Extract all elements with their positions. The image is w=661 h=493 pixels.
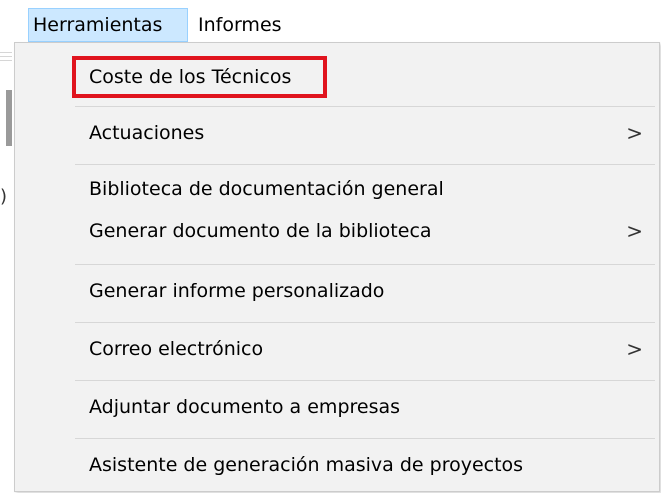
menu-item-generar-informe-personalizado[interactable]: Generar informe personalizado <box>85 273 659 309</box>
menu-item-label: Biblioteca de documentación general <box>89 178 444 200</box>
menu-separator <box>75 380 655 381</box>
background-scrollbar-fragment <box>6 90 12 146</box>
menu-separator <box>75 164 655 165</box>
menu-item-adjuntar-documento[interactable]: Adjuntar documento a empresas <box>85 389 659 425</box>
menu-item-coste-tecnicos[interactable]: Coste de los Técnicos <box>85 59 659 95</box>
menu-item-biblioteca-documentacion[interactable]: Biblioteca de documentación general <box>85 171 659 207</box>
background-line <box>0 56 12 57</box>
menu-item-asistente-generacion-masiva[interactable]: Asistente de generación masiva de proyec… <box>85 447 659 483</box>
menu-separator <box>75 322 655 323</box>
menu-item-label: Generar documento de la biblioteca <box>89 220 432 242</box>
background-text-fragment: ) <box>0 186 8 207</box>
menu-separator <box>75 264 655 265</box>
menu-item-label: Asistente de generación masiva de proyec… <box>89 454 524 476</box>
background-line <box>0 60 12 61</box>
menu-herramientas[interactable]: Herramientas <box>28 8 188 42</box>
chevron-right-icon: > <box>626 337 643 361</box>
menu-separator <box>75 438 655 439</box>
menu-item-correo-electronico[interactable]: Correo electrónico > <box>85 331 659 367</box>
menu-informes[interactable]: Informes <box>194 8 304 42</box>
menu-item-label: Actuaciones <box>89 122 205 144</box>
menu-bar: Herramientas Informes <box>0 0 661 44</box>
menu-item-generar-documento-biblioteca[interactable]: Generar documento de la biblioteca > <box>85 213 659 249</box>
herramientas-dropdown: Coste de los Técnicos Actuaciones > Bibl… <box>14 42 660 492</box>
menu-item-label: Generar informe personalizado <box>89 280 385 302</box>
chevron-right-icon: > <box>626 219 643 243</box>
background-line <box>0 52 12 53</box>
menu-item-actuaciones[interactable]: Actuaciones > <box>85 115 659 151</box>
background-window-edge <box>0 44 14 184</box>
chevron-right-icon: > <box>626 121 643 145</box>
menu-item-label: Coste de los Técnicos <box>89 66 292 88</box>
menu-separator <box>75 106 655 107</box>
menu-item-label: Correo electrónico <box>89 338 264 360</box>
menu-item-label: Adjuntar documento a empresas <box>89 396 401 418</box>
